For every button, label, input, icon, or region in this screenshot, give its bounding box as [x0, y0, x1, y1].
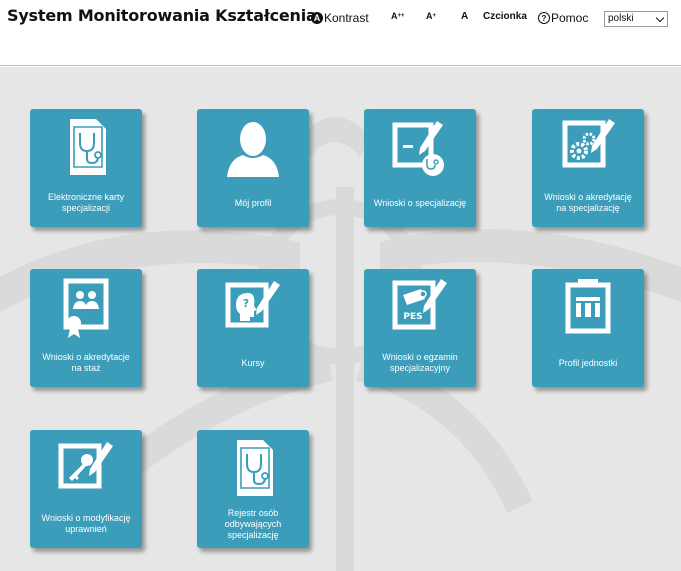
app-title: System Monitorowania Kształcenia: [7, 6, 317, 25]
language-selected-value: polski: [608, 13, 634, 24]
specialization-application-icon: [392, 121, 444, 176]
font-size-normal-button[interactable]: A: [461, 11, 468, 22]
tile-rejestr-osob-odbywajacych-specjalizacje[interactable]: Rejestr osób odbywających specjalizację: [197, 430, 309, 548]
svg-text:PES: PES: [403, 312, 422, 322]
tile-label: Wnioski o specjalizację: [373, 197, 467, 208]
tile-wnioski-o-akredytacje-na-staz[interactable]: Wnioski o akredytacje na staż: [30, 269, 142, 387]
tile-elektroniczne-karty-specjalizacji[interactable]: Elektroniczne karty specjalizacji: [30, 109, 142, 227]
help-label: Pomoc: [551, 11, 589, 25]
help-icon: ?: [538, 12, 550, 24]
medical-card-icon: [237, 440, 273, 496]
medical-card-icon: [70, 119, 106, 175]
tile-kursy[interactable]: ? Kursy: [197, 269, 309, 387]
help-link[interactable]: ? Pomoc: [538, 11, 588, 25]
tile-label: Rejestr osób odbywających specjalizację: [224, 507, 282, 540]
font-label: Czcionka: [483, 11, 527, 22]
tile-wnioski-o-egzamin-specjalizacyjny[interactable]: PES Wnioski o egzamin specjalizacyjny: [364, 269, 476, 387]
tile-wnioski-o-akredytacje-na-specjalizacje[interactable]: Wnioski o akredytację na specjalizację: [532, 109, 644, 227]
tile-wnioski-o-specjalizacje[interactable]: Wnioski o specjalizację: [364, 109, 476, 227]
contrast-label: Kontrast: [324, 11, 369, 25]
tile-label: Wnioski o akredytację na specjalizację: [544, 192, 632, 213]
tile-label: Profil jednostki: [558, 357, 618, 368]
chevron-down-icon: [655, 13, 665, 23]
exam-pes-icon: PES: [392, 279, 447, 330]
internship-accreditation-icon: [63, 278, 109, 338]
language-select[interactable]: polski: [604, 11, 668, 27]
key-permissions-icon: [58, 442, 113, 489]
font-size-large-button[interactable]: A ++: [391, 11, 405, 21]
tile-label: Wnioski o modyfikację uprawnień: [41, 513, 131, 534]
tile-label: Mój profil: [234, 197, 272, 208]
tile-wnioski-o-modyfikacje-uprawnien[interactable]: Wnioski o modyfikację uprawnień: [30, 430, 142, 548]
tile-label: Wnioski o egzamin specjalizacyjny: [382, 352, 458, 373]
tile-moj-profil[interactable]: Mój profil: [197, 109, 309, 227]
accreditation-gears-icon: [562, 119, 615, 168]
main-content: Elektroniczne karty specjalizacji Mój pr…: [0, 67, 681, 571]
building-icon: [565, 279, 611, 334]
tile-label: Wnioski o akredytacje na staż: [42, 352, 130, 373]
contrast-toggle[interactable]: A Kontrast: [311, 11, 369, 25]
tile-label: Elektroniczne karty specjalizacji: [47, 192, 125, 213]
tile-profil-jednostki[interactable]: Profil jednostki: [532, 269, 644, 387]
top-header: System Monitorowania Kształcenia A Kontr…: [0, 0, 681, 66]
svg-text:?: ?: [243, 297, 249, 310]
course-head-icon: ?: [225, 281, 280, 328]
tile-label: Kursy: [241, 357, 265, 368]
font-size-medium-button[interactable]: A +: [426, 11, 436, 21]
contrast-icon: A: [311, 12, 323, 24]
user-profile-icon: [227, 122, 279, 177]
